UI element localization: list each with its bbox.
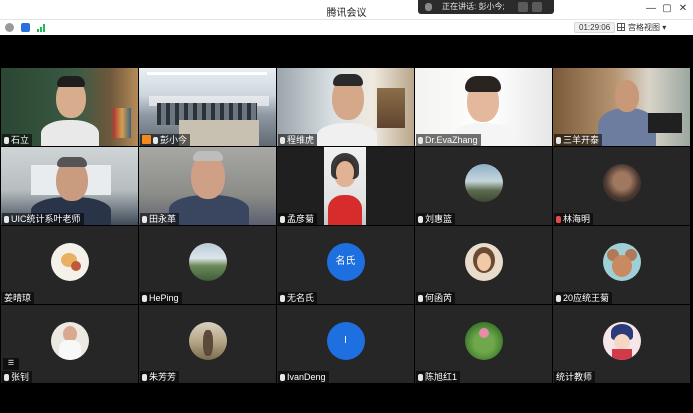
participant-name-label: 孟彦菊: [278, 213, 318, 225]
view-label: 宫格视图: [628, 23, 660, 32]
avatar: 名氏: [326, 243, 365, 281]
info-icon[interactable]: [5, 23, 14, 32]
participant-name-label: 石立: [2, 134, 33, 146]
participant-name-label: IvanDeng: [278, 371, 329, 383]
participant-name-label: 20应统王菊: [554, 292, 613, 304]
speaking-indicator[interactable]: 正在讲话: 彭小今;: [418, 0, 554, 14]
participant-tile[interactable]: Dr.EvaZhang: [415, 68, 552, 146]
participant-name-label: 统计教师: [554, 371, 596, 383]
participant-tile[interactable]: 刘惠篮: [415, 147, 552, 225]
participant-tile[interactable]: 陈旭红1: [415, 305, 552, 383]
speaking-expand-icon[interactable]: [518, 2, 528, 12]
avatar: [602, 322, 641, 360]
mic-icon: [280, 216, 285, 223]
avatar: [464, 322, 503, 360]
mic-icon: [4, 137, 9, 144]
mic-muted-icon: [556, 216, 561, 223]
avatar: [464, 164, 503, 202]
mic-icon: [556, 295, 561, 302]
mic-icon: [556, 137, 561, 144]
participant-name-label: 田永革: [140, 213, 180, 225]
participant-name-label: UIC统计系叶老师: [2, 213, 84, 225]
mic-icon: [142, 295, 147, 302]
participant-tile[interactable]: 朱芳芳: [139, 305, 276, 383]
window-title: 腾讯会议: [326, 8, 367, 19]
participant-name-label: 朱芳芳: [140, 371, 180, 383]
participant-tile[interactable]: 姜晴琼: [1, 226, 138, 304]
chevron-down-icon: ▾: [662, 23, 667, 32]
avatar: I: [326, 322, 365, 360]
meeting-toolbar: 01:29:06 宫格视图 ▾: [0, 20, 693, 35]
speaking-collapse-icon[interactable]: [532, 2, 542, 12]
participant-name-label: 林海明: [554, 213, 594, 225]
avatar: [188, 243, 227, 281]
participant-tile[interactable]: 孟彦菊: [277, 147, 414, 225]
window-title-bar: 腾讯会议 正在讲话: 彭小今; — ▢ ✕: [0, 0, 693, 20]
meeting-timer: 01:29:06: [574, 22, 616, 33]
participant-tile[interactable]: 统计教师: [553, 305, 690, 383]
participant-name-label: 姜晴琼: [2, 292, 35, 304]
participant-name-label: 无名氏: [278, 292, 318, 304]
avatar: [188, 322, 227, 360]
mic-icon: [4, 374, 9, 381]
participant-name-label: Dr.EvaZhang: [416, 134, 481, 146]
participant-tile[interactable]: 石立: [1, 68, 138, 146]
participant-name-label: 陈旭红1: [416, 371, 461, 383]
participant-tile[interactable]: 何函芮: [415, 226, 552, 304]
participant-tile[interactable]: 彭小今: [139, 68, 276, 146]
maximize-button[interactable]: ▢: [660, 3, 674, 14]
view-selector[interactable]: 宫格视图 ▾: [617, 22, 666, 33]
participant-tile[interactable]: 三羊开泰: [553, 68, 690, 146]
shield-icon[interactable]: [21, 23, 30, 32]
mic-icon: [4, 216, 9, 223]
mic-icon: [280, 295, 285, 302]
mic-icon: [153, 137, 158, 144]
participant-name-label: 彭小今: [140, 134, 191, 146]
speaker-icon: [425, 3, 432, 11]
mic-icon: [418, 374, 423, 381]
participant-tile[interactable]: ☰ 张钊: [1, 305, 138, 383]
grid-view-icon: [617, 23, 625, 31]
close-button[interactable]: ✕: [676, 3, 690, 14]
avatar: [464, 243, 503, 281]
participant-tile[interactable]: 林海明: [553, 147, 690, 225]
participant-tile[interactable]: I IvanDeng: [277, 305, 414, 383]
signal-icon[interactable]: [37, 24, 47, 32]
mic-icon: [142, 374, 147, 381]
mic-icon: [142, 216, 147, 223]
participant-tile[interactable]: UIC统计系叶老师: [1, 147, 138, 225]
participant-tile[interactable]: 20应统王菊: [553, 226, 690, 304]
participant-tile[interactable]: HePing: [139, 226, 276, 304]
participant-name-label: 张钊: [2, 371, 33, 383]
avatar: [602, 243, 641, 281]
participant-grid: 石立 彭小今 程维虎 Dr.EvaZhang 三羊开泰 UIC统计系叶老师 田永…: [0, 67, 693, 385]
avatar: [50, 322, 89, 360]
participant-name-label: HePing: [140, 292, 182, 304]
participant-tile[interactable]: 名氏 无名氏: [277, 226, 414, 304]
participant-name-label: 刘惠篮: [416, 213, 456, 225]
minimize-button[interactable]: —: [644, 3, 658, 14]
participant-name-label: 程维虎: [278, 134, 318, 146]
speaking-text: 正在讲话: 彭小今;: [442, 2, 505, 11]
participant-name-label: 三羊开泰: [554, 134, 603, 146]
avatar: [50, 243, 89, 281]
participant-tile[interactable]: 田永革: [139, 147, 276, 225]
participant-name-label: 何函芮: [416, 292, 456, 304]
participant-tile[interactable]: 程维虎: [277, 68, 414, 146]
avatar: [602, 164, 641, 202]
mic-icon: [280, 374, 285, 381]
screen-share-icon: [142, 135, 151, 144]
mic-icon: [418, 295, 423, 302]
menu-icon[interactable]: ☰: [3, 358, 19, 370]
mic-icon: [418, 137, 423, 144]
mic-icon: [280, 137, 285, 144]
mic-icon: [418, 216, 423, 223]
